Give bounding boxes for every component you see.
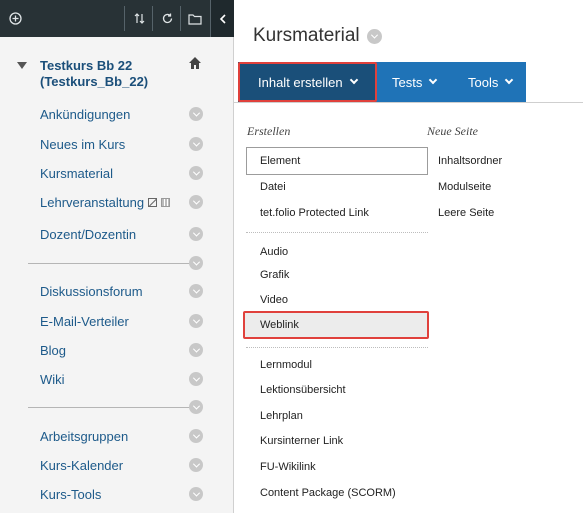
tests-button[interactable]: Tests bbox=[392, 62, 438, 102]
chevron-down-icon[interactable] bbox=[189, 166, 203, 180]
sidebar-item-ankuendigungen[interactable]: Ankündigungen bbox=[40, 104, 130, 124]
chevron-down-icon[interactable] bbox=[189, 107, 203, 121]
sidebar-item-kurs-kalender[interactable]: Kurs-Kalender bbox=[40, 455, 123, 475]
menu-item-lehrplan[interactable]: Lehrplan bbox=[260, 408, 303, 424]
sidebar-item-dozent[interactable]: Dozent/Dozentin bbox=[40, 224, 136, 244]
chevron-down-icon[interactable] bbox=[189, 284, 203, 298]
chevron-down-icon[interactable] bbox=[189, 458, 203, 472]
menu-heading-neue-seite: Neue Seite bbox=[427, 124, 478, 138]
page-title: Kursmaterial bbox=[253, 25, 382, 47]
refresh-icon[interactable] bbox=[156, 6, 178, 31]
chevron-down-icon bbox=[429, 75, 438, 85]
menu-item-fu-wikilink[interactable]: FU-Wikilink bbox=[260, 459, 316, 475]
sidebar-item-diskussionsforum[interactable]: Diskussionsforum bbox=[40, 281, 143, 301]
chevron-down-icon[interactable] bbox=[189, 227, 203, 241]
collapse-sidebar-button[interactable] bbox=[210, 0, 234, 37]
menu-item-lernmodul[interactable]: Lernmodul bbox=[260, 357, 312, 373]
home-icon[interactable] bbox=[188, 56, 202, 70]
expand-arrow-icon[interactable] bbox=[17, 62, 27, 69]
chevron-down-icon[interactable] bbox=[189, 195, 203, 209]
menu-item-lektionsuebersicht[interactable]: Lektionsübersicht bbox=[260, 382, 346, 398]
course-sidebar: Testkurs Bb 22 (Testkurs_Bb_22) Ankündig… bbox=[0, 0, 234, 513]
chevron-down-icon[interactable] bbox=[189, 400, 203, 414]
menu-item-grafik[interactable]: Grafik bbox=[260, 267, 289, 283]
sidebar-toolbar bbox=[0, 0, 234, 37]
menu-item-tetfolio-link[interactable]: tet.folio Protected Link bbox=[260, 205, 369, 221]
chevron-down-icon[interactable] bbox=[189, 343, 203, 357]
highlight-box bbox=[238, 62, 377, 102]
chevron-down-icon[interactable] bbox=[189, 429, 203, 443]
menu-separator bbox=[246, 232, 428, 233]
sidebar-item-kursmaterial[interactable]: Kursmaterial bbox=[40, 163, 113, 183]
chevron-left-icon bbox=[219, 13, 226, 24]
sidebar-divider bbox=[28, 263, 196, 264]
chevron-down-icon[interactable] bbox=[189, 487, 203, 501]
menu-item-modulseite[interactable]: Modulseite bbox=[438, 179, 491, 195]
chevron-down-icon[interactable] bbox=[189, 137, 203, 151]
sort-arrows-icon[interactable] bbox=[128, 6, 150, 31]
sidebar-divider bbox=[28, 407, 196, 408]
sidebar-item-neues-im-kurs[interactable]: Neues im Kurs bbox=[40, 134, 125, 154]
sidebar-item-wiki[interactable]: Wiki bbox=[40, 369, 65, 389]
menu-item-kursinterner-link[interactable]: Kursinterner Link bbox=[260, 433, 343, 449]
sidebar-item-arbeitsgruppen[interactable]: Arbeitsgruppen bbox=[40, 426, 128, 446]
sidebar-item-email-verteiler[interactable]: E-Mail-Verteiler bbox=[40, 311, 129, 331]
menu-item-leere-seite[interactable]: Leere Seite bbox=[438, 205, 494, 221]
menu-item-inhaltsordner[interactable]: Inhaltsordner bbox=[438, 153, 502, 169]
menu-item-audio[interactable]: Audio bbox=[260, 244, 288, 260]
menu-heading-erstellen: Erstellen bbox=[247, 124, 291, 138]
chevron-down-icon[interactable] bbox=[189, 256, 203, 270]
chevron-down-icon[interactable] bbox=[189, 372, 203, 386]
folder-icon[interactable] bbox=[183, 6, 207, 31]
add-circle-icon[interactable] bbox=[4, 6, 26, 31]
sidebar-item-lehrveranstaltung[interactable]: Lehrveranstaltung bbox=[40, 192, 171, 212]
menu-item-weblink[interactable]: Weblink bbox=[260, 317, 299, 333]
grid-icon bbox=[161, 197, 171, 207]
menu-item-scorm[interactable]: Content Package (SCORM) bbox=[260, 485, 396, 501]
chevron-down-icon bbox=[505, 75, 514, 85]
hidden-icon bbox=[148, 197, 158, 207]
chevron-down-icon[interactable] bbox=[366, 28, 382, 44]
chevron-down-icon[interactable] bbox=[189, 314, 203, 328]
tools-button[interactable]: Tools bbox=[468, 62, 514, 102]
create-content-menu: Erstellen Neue Seite Element Datei tet.f… bbox=[234, 102, 583, 513]
sidebar-item-kurs-tools[interactable]: Kurs-Tools bbox=[40, 484, 101, 504]
course-title[interactable]: Testkurs Bb 22 (Testkurs_Bb_22) bbox=[40, 58, 190, 90]
menu-separator bbox=[246, 347, 428, 348]
menu-item-datei[interactable]: Datei bbox=[260, 179, 286, 195]
menu-item-element[interactable]: Element bbox=[260, 153, 300, 169]
menu-item-video[interactable]: Video bbox=[260, 292, 288, 308]
sidebar-item-blog[interactable]: Blog bbox=[40, 340, 66, 360]
